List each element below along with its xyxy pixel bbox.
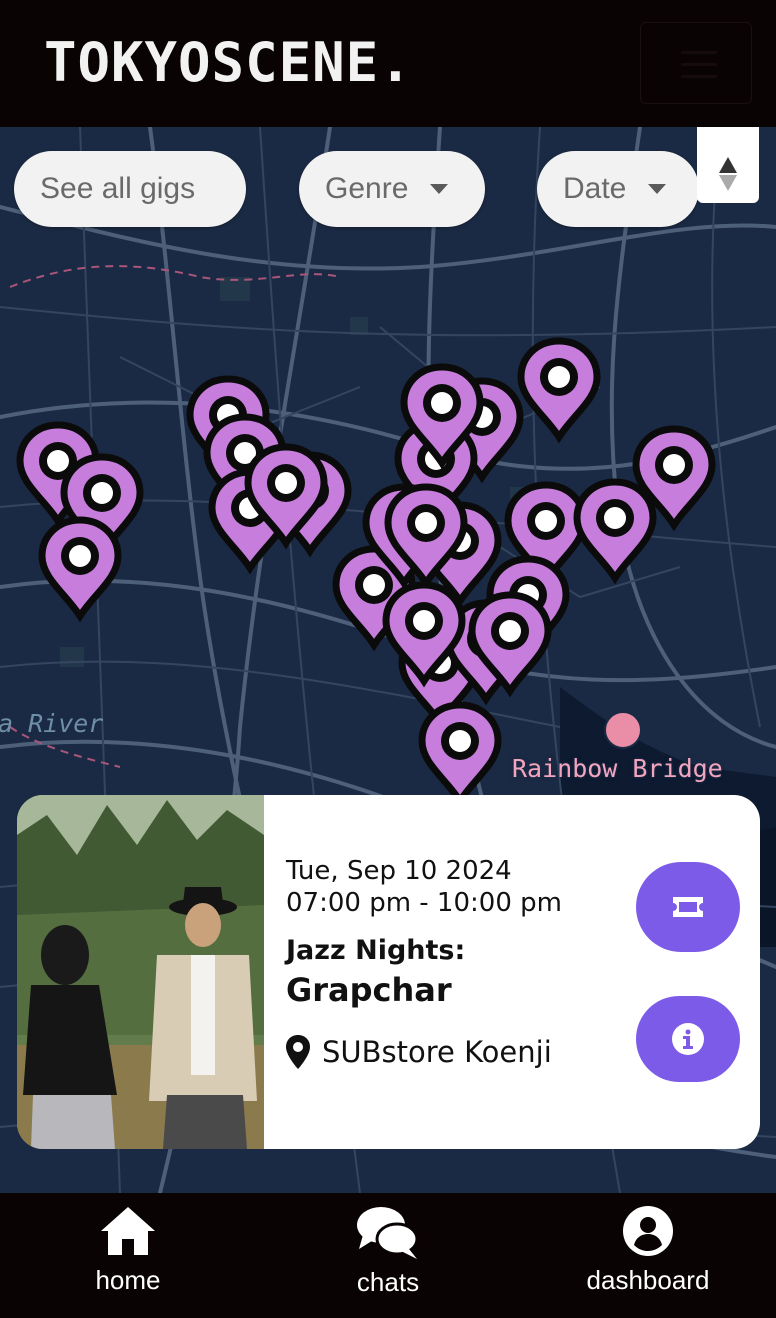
nav-home[interactable]: home bbox=[78, 1193, 178, 1318]
nav-chats[interactable]: chats bbox=[333, 1193, 443, 1318]
event-series: Jazz Nights: bbox=[286, 935, 466, 966]
menu-button[interactable] bbox=[640, 22, 752, 104]
event-time: 07:00 pm - 10:00 pm bbox=[286, 888, 562, 918]
see-all-gigs-label: See all gigs bbox=[40, 172, 196, 205]
artist-photo bbox=[17, 795, 264, 1149]
ticket-icon bbox=[673, 897, 703, 917]
date-dropdown[interactable]: Date bbox=[537, 151, 699, 227]
bridge-icon bbox=[604, 711, 642, 749]
user-circle-icon bbox=[623, 1206, 673, 1256]
app-logo[interactable]: TOKYOSCENE. bbox=[44, 30, 413, 96]
compass-north-icon bbox=[719, 157, 737, 173]
event-date: Tue, Sep 10 2024 bbox=[286, 856, 512, 886]
nav-home-label: home bbox=[95, 1265, 161, 1295]
chats-icon bbox=[357, 1207, 419, 1259]
event-artist: Grapchar bbox=[286, 971, 452, 1009]
info-button[interactable] bbox=[636, 996, 740, 1082]
nav-dashboard-label: dashboard bbox=[586, 1265, 710, 1295]
nav-chats-label: chats bbox=[356, 1267, 420, 1297]
location-pin-icon bbox=[286, 1035, 310, 1069]
nav-dashboard[interactable]: dashboard bbox=[578, 1193, 718, 1318]
genre-label: Genre bbox=[325, 172, 409, 205]
map-pin[interactable] bbox=[577, 482, 653, 578]
ticket-button[interactable] bbox=[636, 862, 740, 952]
event-card[interactable]: Tue, Sep 10 2024 07:00 pm - 10:00 pm Jaz… bbox=[17, 795, 760, 1149]
map-pin[interactable] bbox=[42, 520, 118, 616]
map-label-river: a River bbox=[0, 709, 104, 738]
compass-button[interactable] bbox=[697, 127, 759, 203]
map-label-bridge: Rainbow Bridge bbox=[512, 754, 723, 783]
event-info: Tue, Sep 10 2024 07:00 pm - 10:00 pm Jaz… bbox=[286, 855, 626, 1069]
map-pin[interactable] bbox=[422, 705, 498, 801]
bottom-nav: home chats dashboard bbox=[0, 1193, 776, 1318]
see-all-gigs-button[interactable]: See all gigs bbox=[14, 151, 246, 227]
genre-dropdown[interactable]: Genre bbox=[299, 151, 485, 227]
map-pin[interactable] bbox=[521, 341, 597, 437]
caret-down-icon bbox=[430, 184, 449, 194]
app-header: TOKYOSCENE. bbox=[0, 0, 776, 127]
home-icon bbox=[101, 1207, 155, 1255]
venue-name: SUBstore Koenji bbox=[322, 1035, 552, 1069]
compass-south-icon bbox=[719, 175, 737, 191]
info-icon bbox=[672, 1023, 704, 1055]
date-label: Date bbox=[563, 172, 627, 205]
menu-icon bbox=[681, 51, 717, 54]
caret-down-icon bbox=[648, 184, 667, 194]
event-venue[interactable]: SUBstore Koenji bbox=[286, 1035, 626, 1069]
